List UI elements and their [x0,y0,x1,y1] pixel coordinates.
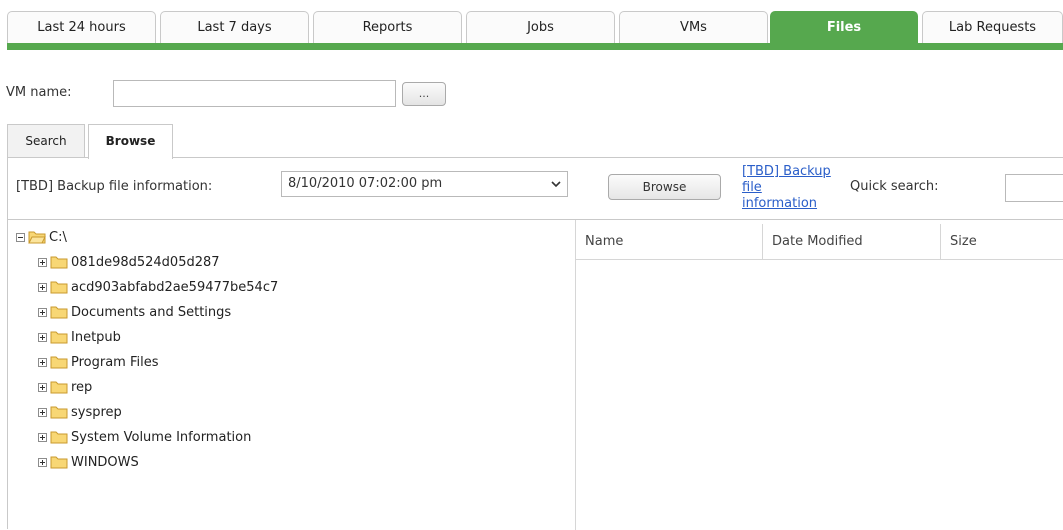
tree-item[interactable]: Inetpub [38,327,121,347]
tab-browse[interactable]: Browse [88,124,173,159]
folder-icon [50,456,68,469]
expand-icon[interactable] [38,282,47,292]
tab-jobs[interactable]: Jobs [466,11,615,43]
chevron-down-icon[interactable] [545,172,567,196]
tree-item[interactable]: Program Files [38,352,159,372]
vm-name-label: VM name: [6,85,72,100]
folder-icon [50,431,68,444]
expand-icon[interactable] [38,332,47,342]
browse-panel: [TBD] Backup file information: 8/10/2010… [7,157,1063,530]
vm-picker-button[interactable]: ... [402,82,446,106]
tab-underline-bar [7,43,1063,50]
folder-icon [50,406,68,419]
tab-vms[interactable]: VMs [619,11,768,43]
folder-icon [50,356,68,369]
tree-item[interactable]: System Volume Information [38,427,251,447]
tree-item[interactable]: WINDOWS [38,452,139,472]
expand-icon[interactable] [38,357,47,367]
tree-item[interactable]: Documents and Settings [38,302,231,322]
tree-item-label: 081de98d524d05d287 [71,254,220,270]
file-list: Name Date Modified Size [576,220,1063,530]
expand-icon[interactable] [38,407,47,417]
expand-icon[interactable] [38,457,47,467]
tree-item-label: acd903abfabd2ae59477be54c7 [71,279,279,295]
backup-info-link[interactable]: [TBD] Backup file information [742,164,832,216]
tab-reports[interactable]: Reports [313,11,462,43]
folder-icon [50,381,68,394]
expand-icon[interactable] [38,382,47,392]
tree-item[interactable]: 081de98d524d05d287 [38,252,220,272]
tab-lab-requests[interactable]: Lab Requests [922,11,1063,43]
tab-last-7-days[interactable]: Last 7 days [160,11,309,43]
collapse-icon[interactable] [16,232,25,242]
tree-item-label: WINDOWS [71,454,139,470]
tree-root[interactable]: C:\ [16,227,67,247]
tree-root-label: C:\ [49,229,67,245]
browse-button[interactable]: Browse [608,174,721,200]
tree-item-label: sysprep [71,404,122,420]
vm-name-input[interactable] [113,80,396,107]
folder-icon [50,256,68,269]
tree-item-label: Program Files [71,354,159,370]
folder-icon [50,331,68,344]
folder-tree: C:\ 081de98d524d05d287 acd903abfabd2ae59… [8,220,576,530]
tab-search[interactable]: Search [7,124,85,158]
file-list-header: Name Date Modified Size [576,224,1063,260]
column-header-size[interactable]: Size [940,224,1063,260]
folder-open-icon [28,231,46,244]
tree-item[interactable]: sysprep [38,402,122,422]
backup-info-label: [TBD] Backup file information: [16,179,213,194]
expand-icon[interactable] [38,432,47,442]
tree-item[interactable]: acd903abfabd2ae59477be54c7 [38,277,278,297]
column-header-date-modified[interactable]: Date Modified [762,224,940,260]
folder-icon [50,306,68,319]
tree-item[interactable]: rep [38,377,92,397]
backup-date-select[interactable]: 8/10/2010 07:02:00 pm [281,171,568,197]
expand-icon[interactable] [38,257,47,267]
quick-search-input[interactable] [1005,174,1063,202]
quick-search-label: Quick search: [850,179,939,194]
folder-icon [50,281,68,294]
top-tabs: Last 24 hours Last 7 days Reports Jobs V… [0,0,1063,52]
tree-item-label: Documents and Settings [71,304,232,320]
tree-item-label: System Volume Information [71,429,252,445]
tree-item-label: rep [71,379,93,395]
backup-date-value: 8/10/2010 07:02:00 pm [288,176,443,191]
column-header-name[interactable]: Name [576,224,762,260]
tab-last-24-hours[interactable]: Last 24 hours [7,11,156,43]
browse-toolbar: [TBD] Backup file information: 8/10/2010… [8,158,1063,220]
expand-icon[interactable] [38,307,47,317]
tab-files[interactable]: Files [770,11,918,43]
tree-item-label: Inetpub [71,329,121,345]
